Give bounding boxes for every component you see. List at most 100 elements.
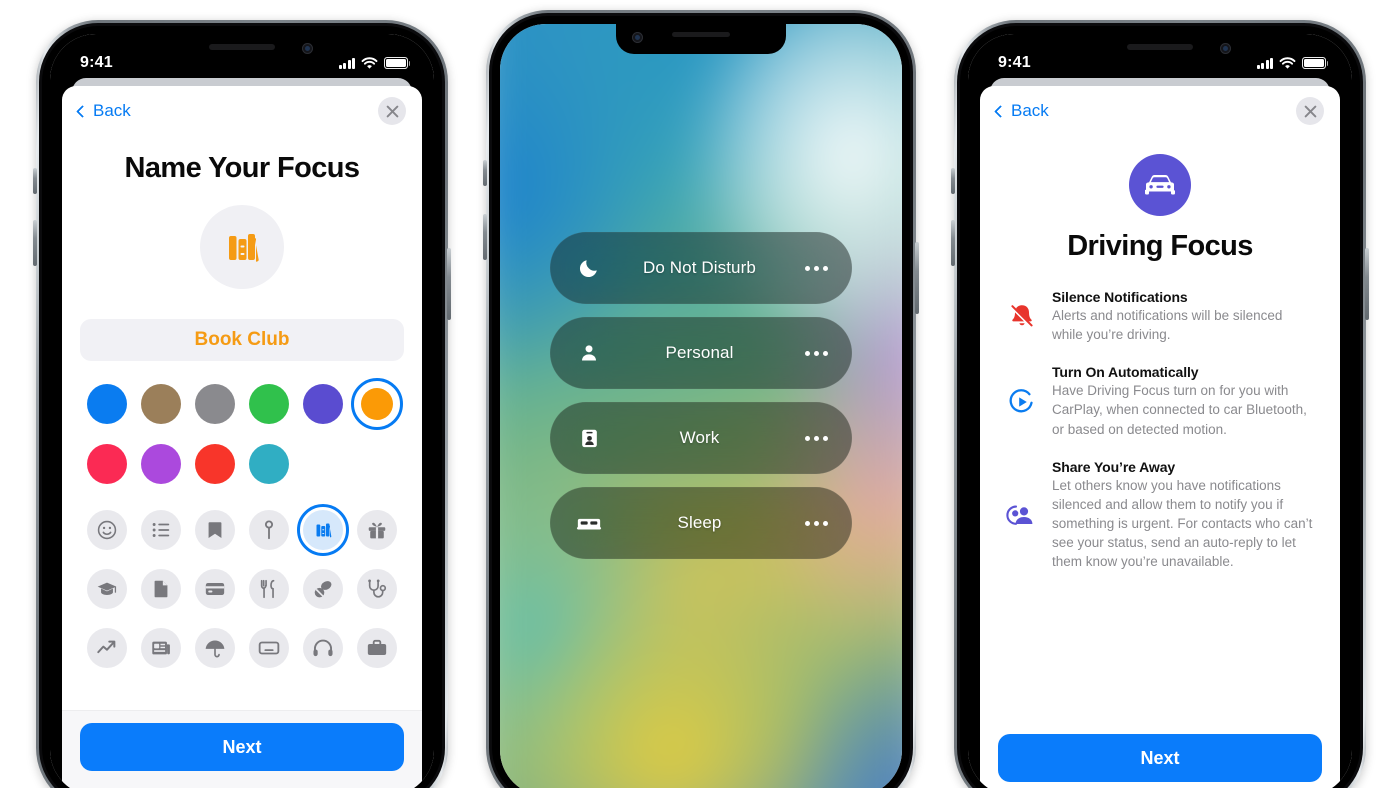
phone-1-sheet-backdrop: Back Name Your Focus Book Club Next	[50, 34, 434, 788]
map-pin-icon	[264, 520, 274, 540]
focus-pill-label: Personal	[665, 343, 734, 362]
color-picker-grid	[80, 378, 404, 487]
focus-name-input[interactable]: Book Club	[80, 319, 404, 361]
mute-switch[interactable]	[483, 160, 487, 186]
stethoscope-icon	[368, 579, 387, 598]
volume-up-button[interactable]	[33, 220, 37, 266]
color-swatch-teal[interactable]	[246, 441, 292, 487]
icon-option-news[interactable]	[138, 625, 184, 671]
power-button[interactable]	[447, 248, 451, 320]
credit-card-icon	[205, 583, 225, 595]
ellipsis-icon[interactable]	[805, 520, 828, 526]
graduation-cap-icon	[97, 582, 117, 595]
color-swatch-blue[interactable]	[84, 381, 130, 427]
ellipsis-icon[interactable]	[805, 435, 828, 441]
icon-option-graduation-cap[interactable]	[84, 566, 130, 612]
icon-option-stethoscope[interactable]	[354, 566, 400, 612]
phone-3-footer: Next	[980, 724, 1340, 788]
focus-pill-label: Work	[679, 428, 720, 447]
power-button[interactable]	[915, 242, 919, 314]
news-icon	[152, 641, 170, 655]
notch	[616, 24, 786, 54]
color-swatch-brown[interactable]	[138, 381, 184, 427]
icon-option-bookmark[interactable]	[192, 507, 238, 553]
front-camera-icon	[302, 43, 313, 54]
back-button[interactable]: Back	[76, 101, 131, 121]
phone-2-screen: Do Not Disturb Personal Work Sleep	[500, 24, 902, 788]
feature-turn-on-automatically: Turn On Automatically Have Driving Focus…	[1006, 364, 1314, 438]
icon-option-pills[interactable]	[300, 566, 346, 612]
color-swatch-indigo[interactable]	[300, 381, 346, 427]
status-time: 9:41	[998, 54, 1031, 71]
color-swatch-red[interactable]	[192, 441, 238, 487]
ellipsis-icon[interactable]	[805, 350, 828, 356]
close-button[interactable]	[378, 97, 406, 125]
mute-switch[interactable]	[33, 168, 37, 194]
phone-1-footer: Next	[62, 710, 422, 788]
icon-option-headphones[interactable]	[300, 625, 346, 671]
power-button[interactable]	[1365, 248, 1369, 320]
battery-icon	[1302, 57, 1329, 69]
front-camera-icon	[1220, 43, 1231, 54]
icon-option-chart-up[interactable]	[84, 625, 130, 671]
wifi-icon	[361, 56, 378, 69]
color-swatch-gray[interactable]	[192, 381, 238, 427]
car-icon	[1145, 175, 1175, 195]
icon-option-fork-knife[interactable]	[246, 566, 292, 612]
focus-name-value: Book Club	[194, 329, 290, 350]
icon-option-document[interactable]	[138, 566, 184, 612]
icon-option-umbrella[interactable]	[192, 625, 238, 671]
phone-3-screen: 9:41 Back Driving Focus Silence Notifica…	[968, 34, 1352, 788]
feature-heading: Silence Notifications	[1052, 289, 1188, 305]
focus-mode-list: Do Not Disturb Personal Work Sleep	[550, 232, 852, 559]
next-button[interactable]: Next	[998, 734, 1322, 782]
fork-knife-icon	[260, 579, 275, 599]
headphones-icon	[313, 639, 333, 657]
phone-1-sheet: Back Name Your Focus Book Club Next	[62, 86, 422, 788]
focus-pill-personal[interactable]: Personal	[550, 317, 852, 389]
icon-option-keyboard[interactable]	[246, 625, 292, 671]
back-button[interactable]: Back	[994, 101, 1049, 121]
bookmark-icon	[208, 522, 222, 538]
color-swatch-green[interactable]	[246, 381, 292, 427]
next-button[interactable]: Next	[80, 723, 404, 771]
phone-3-nav-bar: Back	[980, 86, 1340, 136]
focus-pill-do-not-disturb[interactable]: Do Not Disturb	[550, 232, 852, 304]
focus-pill-work[interactable]: Work	[550, 402, 852, 474]
color-swatch-orange[interactable]	[351, 378, 403, 430]
icon-option-credit-card[interactable]	[192, 566, 238, 612]
phone-1-nav-bar: Back	[62, 86, 422, 136]
icon-option-bullet-list[interactable]	[138, 507, 184, 553]
status-indicators	[338, 56, 411, 70]
feature-list: Silence Notifications Alerts and notific…	[1006, 289, 1314, 572]
feature-silence-notifications: Silence Notifications Alerts and notific…	[1006, 289, 1314, 344]
driving-focus-icon	[1006, 154, 1314, 216]
icon-option-map-pin[interactable]	[246, 507, 292, 553]
bell-slash-icon	[1006, 302, 1038, 332]
icon-option-books[interactable]	[297, 504, 349, 556]
icon-option-smiley-face[interactable]	[84, 507, 130, 553]
pills-icon	[314, 581, 332, 598]
battery-icon	[384, 57, 411, 69]
focus-pill-label: Sleep	[677, 513, 722, 532]
phone-1-name-your-focus: 9:41 Back Name Your Focus Book Club Next	[33, 20, 451, 788]
notch	[137, 34, 347, 66]
books-icon	[229, 234, 259, 262]
ellipsis-icon[interactable]	[805, 265, 828, 271]
focus-pill-sleep[interactable]: Sleep	[550, 487, 852, 559]
icon-picker-grid	[80, 504, 404, 671]
mute-switch[interactable]	[951, 168, 955, 194]
notch	[1055, 34, 1265, 66]
status-time: 9:41	[80, 54, 113, 71]
volume-up-button[interactable]	[951, 220, 955, 266]
color-swatch-purple[interactable]	[138, 441, 184, 487]
back-button-label: Back	[1011, 101, 1049, 120]
close-button[interactable]	[1296, 97, 1324, 125]
icon-option-briefcase[interactable]	[354, 625, 400, 671]
color-swatch-pink[interactable]	[84, 441, 130, 487]
volume-up-button[interactable]	[483, 214, 487, 260]
feature-body: Let others know you have notifications s…	[1052, 477, 1313, 570]
earpiece-speaker	[1127, 44, 1193, 50]
front-camera-icon	[632, 32, 643, 43]
icon-option-gift[interactable]	[354, 507, 400, 553]
